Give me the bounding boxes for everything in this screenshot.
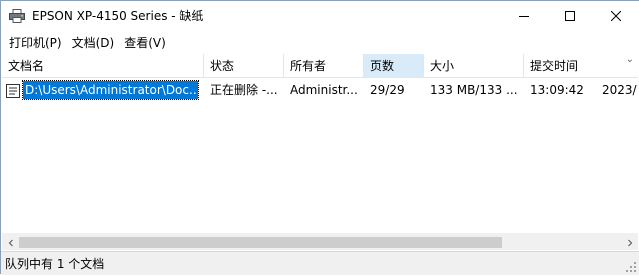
resize-grip-icon[interactable] [625,261,637,273]
table-row[interactable]: D:\Users\Administrator\Doc... 正在删除 -... … [2,79,638,101]
maximize-icon [565,10,575,24]
document-icon [6,83,20,98]
cell-owner: Administr... [290,83,358,97]
printer-icon [9,9,25,23]
minimize-button[interactable] [501,1,547,32]
document-list[interactable]: 文档名 状态 所有者 页数 大小 提交时间 ⌄ D:\Users\Adminis… [2,54,638,233]
cell-status: 正在删除 -... [210,83,278,97]
printer-queue-window: EPSON XP-4150 Series - 缺纸 打印机(P) 文档(D) 查… [0,0,639,275]
column-header-pages[interactable]: 页数 [364,54,424,78]
cell-pages: 29/29 [370,83,405,97]
maximize-button[interactable] [547,1,593,32]
list-header: 文档名 状态 所有者 页数 大小 提交时间 ⌄ [2,54,638,78]
window-title: EPSON XP-4150 Series - 缺纸 [32,9,204,23]
column-header-document-name[interactable]: 文档名 [2,54,204,78]
minimize-icon [519,10,529,24]
column-header-submitted[interactable]: 提交时间 [524,54,596,78]
sort-arrow-icon: ⌄ [625,54,634,65]
menu-view[interactable]: 查看(V) [119,33,171,53]
column-header-size[interactable]: 大小 [424,54,524,78]
menu-bar: 打印机(P) 文档(D) 查看(V) [1,32,639,54]
column-header-owner[interactable]: 所有者 [284,54,364,78]
close-button[interactable] [593,1,639,32]
scroll-right-icon[interactable] [621,234,638,251]
title-bar[interactable]: EPSON XP-4150 Series - 缺纸 [1,1,639,32]
queue-count-text: 队列中有 1 个文档 [5,257,105,271]
status-bar: 队列中有 1 个文档 [1,251,639,275]
column-header-status[interactable]: 状态 [204,54,284,78]
column-header-extra[interactable]: ⌄ [596,54,638,78]
scrollbar-thumb[interactable] [19,237,502,248]
cell-date: 2023/1/3 [602,83,638,97]
document-name: D:\Users\Administrator\Doc... [22,80,199,100]
horizontal-scrollbar[interactable] [2,233,638,250]
menu-document[interactable]: 文档(D) [67,33,120,53]
menu-printer[interactable]: 打印机(P) [4,33,67,53]
column-header-submitted-label: 提交时间 [530,59,579,73]
close-icon [610,10,622,24]
cell-time: 13:09:42 [530,83,584,97]
cell-document-name[interactable]: D:\Users\Administrator\Doc... [2,79,204,101]
scroll-left-icon[interactable] [2,234,19,251]
cell-size: 133 MB/133 ... [430,83,518,97]
